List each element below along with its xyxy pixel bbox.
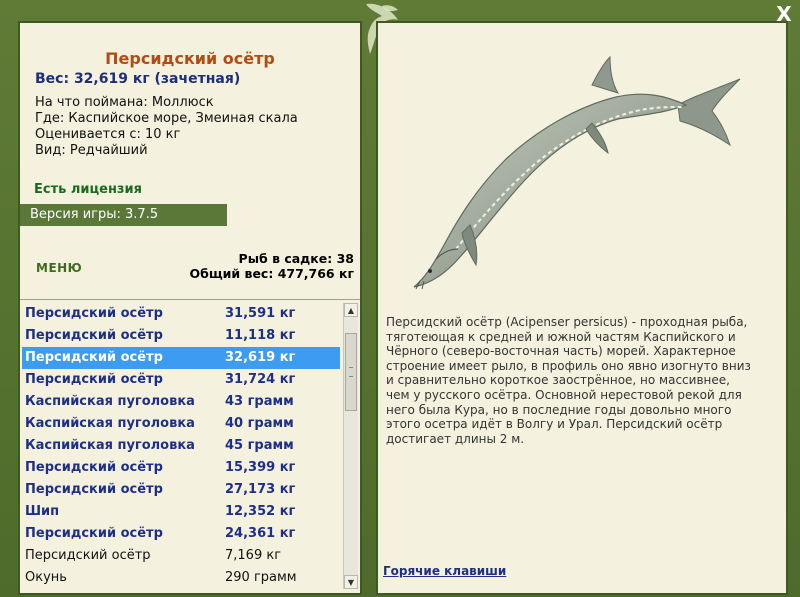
- catch-fish-weight: 7,169 кг: [225, 548, 282, 563]
- catch-fish-name: Персидский осётр: [25, 548, 151, 563]
- catch-fish-weight: 45 грамм: [225, 438, 294, 453]
- catch-fish-name: Шип: [25, 504, 60, 519]
- scroll-up-button[interactable]: ▲: [344, 303, 358, 317]
- catch-list-container: Персидский осётр 31,591 кг Персидский осёт…: [20, 299, 360, 592]
- catch-fish-weight: 27,173 кг: [225, 482, 296, 497]
- scrollbar[interactable]: ▲ ▼: [343, 303, 358, 589]
- right-panel: Персидский осётр (Acipenser persicus) - …: [376, 21, 788, 595]
- license-status: Есть лицензия: [34, 182, 142, 197]
- catch-fish-name: Окунь: [25, 570, 67, 585]
- catch-list-row[interactable]: Шип 12,352 кг: [22, 501, 340, 523]
- catch-fish-weight: 43 грамм: [225, 394, 294, 409]
- valuation-info: Оценивается с: 10 кг: [35, 127, 181, 142]
- fish-weight: Вес: 32,619 кг (зачетная): [35, 71, 241, 87]
- catch-fish-name: Персидский осётр: [25, 350, 163, 365]
- catch-fish-weight: 11,118 кг: [225, 328, 296, 343]
- catch-fish-weight: 24,361 кг: [225, 526, 296, 541]
- location-info: Где: Каспийское море, Змеиная скала: [35, 111, 298, 126]
- sturgeon-image: [413, 55, 741, 289]
- total-weight: Общий вес: 477,766 кг: [189, 266, 355, 281]
- catch-list[interactable]: Персидский осётр 31,591 кг Персидский осёт…: [22, 303, 340, 589]
- catch-fish-weight: 32,619 кг: [225, 350, 296, 365]
- catch-list-row[interactable]: Окунь 290 грамм: [22, 567, 340, 589]
- fish-info: Персидский осётр Вес: 32,619 кг (зачетна…: [20, 23, 360, 295]
- bait-info: На что поймана: Моллюск: [35, 95, 214, 110]
- fish-count: Рыб в садке: 38: [238, 251, 354, 266]
- catch-list-row[interactable]: Персидский осётр 11,118 кг: [22, 325, 340, 347]
- hotkeys-link[interactable]: Горячие клавиши: [383, 564, 506, 578]
- version-bar: Версия игры: 3.7.5: [20, 204, 227, 226]
- catch-fish-name: Каспийская пуголовка: [25, 394, 195, 409]
- catch-list-row[interactable]: Персидский осётр 32,619 кг: [22, 347, 340, 369]
- fish-title: Персидский осётр: [105, 49, 275, 68]
- catch-list-row[interactable]: Каспийская пуголовка 45 грамм: [22, 435, 340, 457]
- catch-fish-name: Персидский осётр: [25, 482, 163, 497]
- menu-button[interactable]: МЕНЮ: [36, 261, 82, 275]
- left-panel: Персидский осётр Вес: 32,619 кг (зачетна…: [18, 21, 362, 595]
- catch-fish-name: Персидский осётр: [25, 460, 163, 475]
- catch-list-row[interactable]: Персидский осётр 31,724 кг: [22, 369, 340, 391]
- catch-list-row[interactable]: Персидский осётр 27,173 кг: [22, 479, 340, 501]
- catch-fish-name: Персидский осётр: [25, 328, 163, 343]
- catch-fish-weight: 31,591 кг: [225, 306, 296, 321]
- catch-list-row[interactable]: Персидский осётр 24,361 кг: [22, 523, 340, 545]
- catch-fish-name: Персидский осётр: [25, 306, 163, 321]
- catch-fish-weight: 290 грамм: [225, 570, 297, 585]
- catch-fish-name: Персидский осётр: [25, 372, 163, 387]
- catch-fish-name: Каспийская пуголовка: [25, 416, 195, 431]
- catch-fish-weight: 15,399 кг: [225, 460, 296, 475]
- catch-fish-name: Каспийская пуголовка: [25, 438, 195, 453]
- catch-list-row[interactable]: Персидский осётр 7,169 кг: [22, 545, 340, 567]
- catch-fish-name: Персидский осётр: [25, 526, 163, 541]
- catch-fish-weight: 40 грамм: [225, 416, 294, 431]
- catch-fish-weight: 31,724 кг: [225, 372, 296, 387]
- catch-list-row[interactable]: Персидский осётр 31,591 кг: [22, 303, 340, 325]
- kind-info: Вид: Редчайший: [35, 143, 148, 158]
- fish-description: Персидский осётр (Acipenser persicus) - …: [386, 315, 751, 446]
- scroll-down-button[interactable]: ▼: [344, 575, 358, 589]
- catch-list-row[interactable]: Каспийская пуголовка 40 грамм: [22, 413, 340, 435]
- catch-list-row[interactable]: Персидский осётр 15,399 кг: [22, 457, 340, 479]
- scroll-thumb[interactable]: [345, 333, 357, 411]
- catch-fish-weight: 12,352 кг: [225, 504, 296, 519]
- keepnet-stats: Рыб в садке: 38 Общий вес: 477,766 кг: [190, 251, 355, 281]
- catch-list-row[interactable]: Каспийская пуголовка 43 грамм: [22, 391, 340, 413]
